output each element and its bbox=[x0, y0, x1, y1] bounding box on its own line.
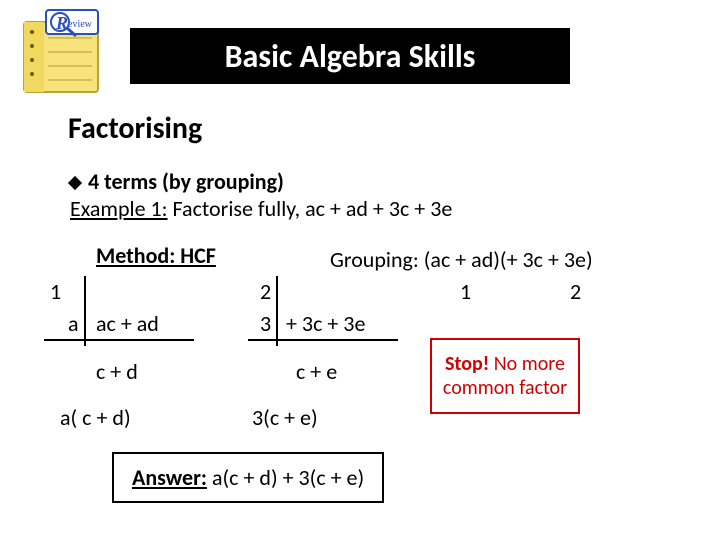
answer-expression: a(c + d) + 3(c + e) bbox=[207, 464, 364, 491]
group-label-1-left: 1 bbox=[50, 278, 61, 305]
grouping-text: Grouping: (ac + ad)(+ 3c + 3e) bbox=[330, 246, 593, 273]
group2-terms: + 3c + 3e bbox=[286, 310, 365, 337]
answer-box: Answer: a(c + d) + 3(c + e) bbox=[112, 452, 384, 503]
svg-text:eview: eview bbox=[68, 19, 93, 30]
bullet-text: 4 terms (by grouping) bbox=[88, 168, 284, 195]
divider-horizontal-2 bbox=[248, 339, 398, 341]
method-label: Method: HCF bbox=[96, 242, 216, 269]
answer-label: Answer: bbox=[132, 464, 207, 491]
group-label-2-left: 2 bbox=[260, 278, 271, 305]
hcf-factor-a: a bbox=[68, 310, 79, 337]
example-heading: 4 terms (by grouping) Example 1: Factori… bbox=[70, 168, 630, 222]
group2-result: 3(c + e) bbox=[252, 404, 318, 431]
section-heading: Factorising bbox=[68, 110, 202, 147]
group-label-1-right: 1 bbox=[460, 278, 471, 305]
stop-callout: Stop! No more common factor bbox=[430, 338, 580, 414]
divider-vertical-1 bbox=[84, 276, 86, 346]
hcf-factor-3: 3 bbox=[260, 310, 271, 337]
divider-horizontal-1 bbox=[44, 339, 194, 341]
example-label: Example 1: bbox=[70, 195, 168, 222]
stop-label: Stop! bbox=[445, 352, 489, 376]
page-title: Basic Algebra Skills bbox=[130, 28, 570, 84]
group1-quotient: c + d bbox=[96, 358, 138, 385]
review-icon: R eview bbox=[18, 8, 108, 98]
group1-result: a( c + d) bbox=[60, 404, 131, 431]
bullet-icon bbox=[68, 176, 82, 190]
group-label-2-right: 2 bbox=[570, 278, 581, 305]
group1-terms: ac + ad bbox=[96, 310, 159, 337]
divider-vertical-2 bbox=[276, 276, 278, 346]
group2-quotient: c + e bbox=[296, 358, 337, 385]
example-expression: Factorise fully, ac + ad + 3c + 3e bbox=[168, 195, 453, 222]
